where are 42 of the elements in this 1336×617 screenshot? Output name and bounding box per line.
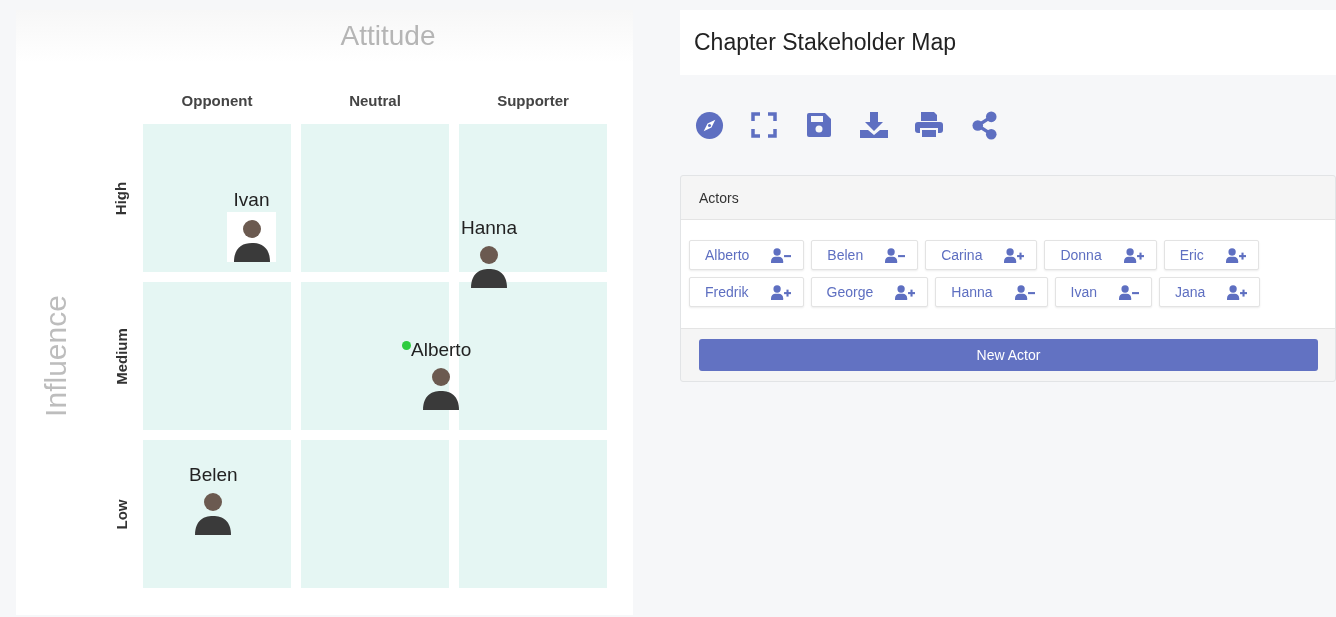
axis-title: Attitude	[340, 20, 436, 52]
download-icon[interactable]	[859, 110, 889, 140]
actor-name: Hanna	[461, 216, 517, 240]
print-icon[interactable]	[914, 110, 944, 140]
actor-chip[interactable]: Hanna	[935, 277, 1048, 307]
actor-chip[interactable]: Fredrik	[689, 277, 804, 307]
remove-person-icon[interactable]	[1014, 284, 1035, 300]
axis-title: Influence	[38, 295, 73, 417]
share-icon[interactable]	[969, 110, 999, 140]
add-person-icon[interactable]	[1227, 284, 1248, 300]
remove-person-icon[interactable]	[885, 247, 906, 263]
column-header: Opponent	[181, 90, 253, 109]
actor-chip[interactable]: Carina	[925, 240, 1038, 270]
actor-chip[interactable]: Ivan	[1054, 277, 1152, 307]
column-header: Neutral	[349, 90, 401, 109]
actor-chip[interactable]: Donna	[1044, 240, 1157, 270]
actor-chip[interactable]: Eric	[1163, 240, 1259, 270]
person-silhouette[interactable]	[227, 212, 276, 262]
actor-name: Ivan	[233, 188, 270, 212]
add-person-icon[interactable]	[1004, 247, 1025, 263]
remove-person-icon[interactable]	[771, 247, 792, 263]
add-person-icon[interactable]	[895, 284, 916, 300]
column-header: Supporter	[497, 90, 569, 109]
fullscreen-icon[interactable]	[749, 110, 779, 140]
save-icon[interactable]	[804, 110, 834, 140]
add-person-icon[interactable]	[770, 284, 791, 300]
actor-chip[interactable]: Alberto	[689, 240, 805, 270]
row-header: High	[112, 181, 130, 215]
map-title: Chapter Stakeholder Map	[694, 29, 957, 56]
remove-person-icon[interactable]	[1119, 284, 1139, 300]
actor-name: Alberto	[411, 338, 472, 362]
compass-icon[interactable]	[694, 110, 724, 140]
new-actor-button[interactable]: New Actor	[699, 339, 1318, 371]
actor-chip[interactable]: George	[810, 277, 929, 307]
row-header: Medium	[112, 327, 130, 385]
actor-name: Belen	[189, 463, 238, 487]
row-header: Low	[112, 499, 130, 529]
actor-chip[interactable]: Jana	[1159, 277, 1261, 307]
actor-chip[interactable]: Belen	[811, 240, 919, 270]
add-person-icon[interactable]	[1225, 247, 1246, 263]
add-person-icon[interactable]	[1123, 247, 1144, 263]
card-title: Actors	[699, 189, 739, 206]
